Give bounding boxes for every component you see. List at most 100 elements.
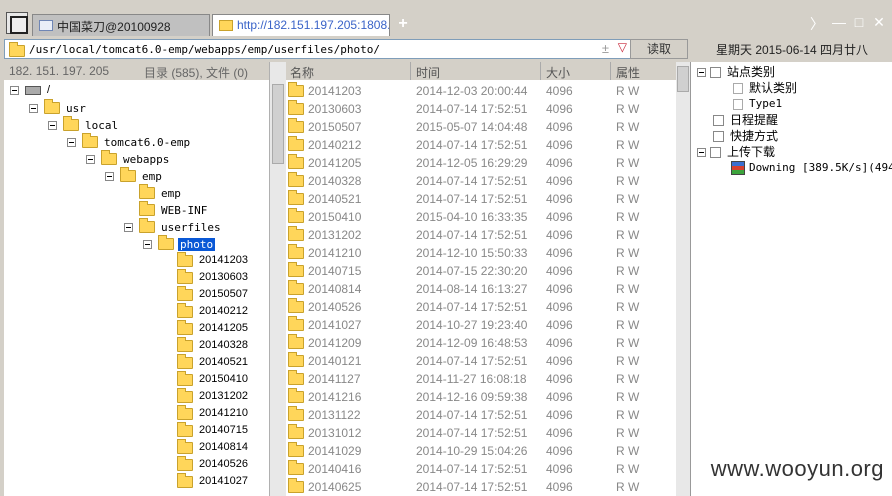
tree-node-child[interactable]: 20140814 [177, 438, 250, 456]
table-row[interactable]: 20140625 2014-07-14 17:52:51 4096 R W [286, 478, 676, 496]
table-row[interactable]: 20141205 2014-12-05 16:29:29 4096 R W [286, 154, 676, 172]
tree-node-label: 20131202 [199, 390, 248, 402]
table-row[interactable]: 20141027 2014-10-27 19:23:40 4096 R W [286, 316, 676, 334]
column-divider[interactable] [540, 62, 541, 80]
collapse-icon[interactable] [67, 137, 76, 147]
tree-node-child[interactable]: 20150410 [177, 370, 250, 388]
tree-node-label: photo [178, 237, 216, 251]
table-row[interactable]: 20150410 2015-04-10 16:33:35 4096 R W [286, 208, 676, 226]
scrollbar-thumb[interactable] [677, 66, 689, 92]
tree-node-webapps[interactable]: webapps [86, 150, 171, 167]
maximize-icon[interactable]: □ [850, 14, 868, 32]
collapse-icon[interactable] [29, 103, 38, 113]
tree-node-tomcat[interactable]: tomcat6.0-emp [67, 133, 192, 150]
tree-node-usr[interactable]: usr [29, 99, 88, 116]
tree-scrollbar[interactable] [270, 62, 286, 496]
tree-node-child[interactable]: 20150507 [177, 285, 250, 303]
table-row[interactable]: 20140416 2014-07-14 17:52:51 4096 R W [286, 460, 676, 478]
table-row[interactable]: 20131202 2014-07-14 17:52:51 4096 R W [286, 226, 676, 244]
default-category-node[interactable]: 默认类别 [733, 80, 797, 96]
table-row[interactable]: 20140715 2014-07-15 22:30:20 4096 R W [286, 262, 676, 280]
tree-node-webinf[interactable]: WEB-INF [124, 201, 209, 218]
site-category-node[interactable]: 站点类别 [697, 64, 775, 80]
column-time[interactable]: 时间 [416, 64, 440, 81]
chevron-down-icon[interactable]: ▽ [618, 40, 627, 54]
table-row[interactable]: 20140526 2014-07-14 17:52:51 4096 R W [286, 298, 676, 316]
table-row[interactable]: 20131122 2014-07-14 17:52:51 4096 R W [286, 406, 676, 424]
column-divider[interactable] [610, 62, 611, 80]
table-row[interactable]: 20140328 2014-07-14 17:52:51 4096 R W [286, 172, 676, 190]
table-row[interactable]: 20140121 2014-07-14 17:52:51 4096 R W [286, 352, 676, 370]
tree-node-child[interactable]: 20140521 [177, 353, 250, 371]
tree-node-root[interactable]: / [10, 82, 52, 99]
tree-node-child[interactable]: 20140715 [177, 421, 250, 439]
scrollbar-thumb[interactable] [272, 84, 284, 164]
table-row[interactable]: 20141127 2014-11-27 16:08:18 4096 R W [286, 370, 676, 388]
tree-node-child[interactable]: 20140212 [177, 302, 250, 320]
folder-icon [288, 460, 304, 475]
tree-node-child[interactable]: 20141203 [177, 251, 250, 269]
column-name[interactable]: 名称 [290, 64, 314, 81]
file-name: 20131122 [308, 408, 361, 422]
collapse-icon[interactable] [124, 222, 133, 232]
collapse-icon[interactable] [697, 148, 706, 158]
minimize-icon[interactable]: — [830, 14, 848, 32]
table-row[interactable]: 20141216 2014-12-16 09:59:38 4096 R W [286, 388, 676, 406]
file-size: 4096 [546, 336, 573, 350]
add-tab-button[interactable]: + [396, 15, 410, 33]
file-time: 2014-12-09 16:48:53 [416, 336, 528, 350]
file-list-scrollbar[interactable] [676, 62, 690, 496]
collapse-icon[interactable] [48, 120, 57, 130]
type1-node[interactable]: Type1 [733, 96, 782, 112]
column-divider[interactable] [410, 62, 411, 80]
file-size: 4096 [546, 138, 573, 152]
more-tabs-icon[interactable]: 〉 [808, 14, 826, 32]
close-icon[interactable]: ✕ [870, 14, 888, 32]
upload-download-node[interactable]: 上传下载 [697, 144, 775, 160]
tree-node-userfiles[interactable]: userfiles [124, 218, 223, 235]
collapse-icon[interactable] [86, 154, 95, 164]
table-row[interactable]: 20141209 2014-12-09 16:48:53 4096 R W [286, 334, 676, 352]
file-name: 20141209 [308, 336, 362, 350]
shortcuts-node[interactable]: 快捷方式 [713, 128, 778, 144]
folder-icon [63, 116, 79, 131]
tree-node-photo[interactable]: photo [143, 235, 216, 252]
path-input[interactable]: /usr/local/tomcat6.0-emp/webapps/emp/use… [4, 39, 632, 59]
tree-node-child[interactable]: 20131202 [177, 387, 250, 405]
tree-node-child[interactable]: 20140526 [177, 455, 250, 473]
tree-node-child[interactable]: 20141210 [177, 404, 250, 422]
collapse-icon[interactable] [105, 171, 114, 181]
collapse-icon[interactable] [697, 68, 706, 78]
collapse-icon[interactable] [143, 239, 152, 249]
column-attr[interactable]: 属性 [616, 64, 640, 81]
table-row[interactable]: 20141029 2014-10-29 15:04:26 4096 R W [286, 442, 676, 460]
file-name: 20141210 [308, 246, 362, 260]
tree-node-emp[interactable]: emp [105, 167, 164, 184]
download-item[interactable]: Downing [389.5K/s](4944 [731, 160, 892, 176]
tree-node-child[interactable]: 20130603 [177, 268, 250, 286]
clear-icon[interactable]: ± [602, 41, 609, 56]
tab-caidao[interactable]: 中国菜刀@20100928 [32, 14, 210, 36]
folder-icon [139, 218, 155, 233]
upload-download-label: 上传下载 [727, 145, 776, 159]
table-row[interactable]: 20140814 2014-08-14 16:13:27 4096 R W [286, 280, 676, 298]
table-row[interactable]: 20150507 2015-05-07 14:04:48 4096 R W [286, 118, 676, 136]
tree-node-emp2[interactable]: emp [124, 184, 183, 201]
tree-node-child[interactable]: 20140328 [177, 336, 250, 354]
schedule-node[interactable]: 日程提醒 [713, 112, 778, 128]
table-row[interactable]: 20140521 2014-07-14 17:52:51 4096 R W [286, 190, 676, 208]
tab-remote-files[interactable]: http://182.151.197.205:1808... [212, 14, 390, 36]
column-size[interactable]: 大小 [546, 64, 570, 81]
tree-node-child[interactable]: 20141027 [177, 472, 250, 490]
read-button[interactable]: 读取 [630, 39, 688, 59]
tree-node-child[interactable]: 20141205 [177, 319, 250, 337]
table-row[interactable]: 20140212 2014-07-14 17:52:51 4096 R W [286, 136, 676, 154]
table-row[interactable]: 20130603 2014-07-14 17:52:51 4096 R W [286, 100, 676, 118]
file-attr: R W [616, 156, 640, 170]
app-menu-icon[interactable] [6, 12, 28, 34]
table-row[interactable]: 20131012 2014-07-14 17:52:51 4096 R W [286, 424, 676, 442]
table-row[interactable]: 20141210 2014-12-10 15:50:33 4096 R W [286, 244, 676, 262]
collapse-icon[interactable] [10, 86, 19, 95]
tree-node-local[interactable]: local [48, 116, 120, 133]
table-row[interactable]: 20141203 2014-12-03 20:00:44 4096 R W [286, 82, 676, 100]
